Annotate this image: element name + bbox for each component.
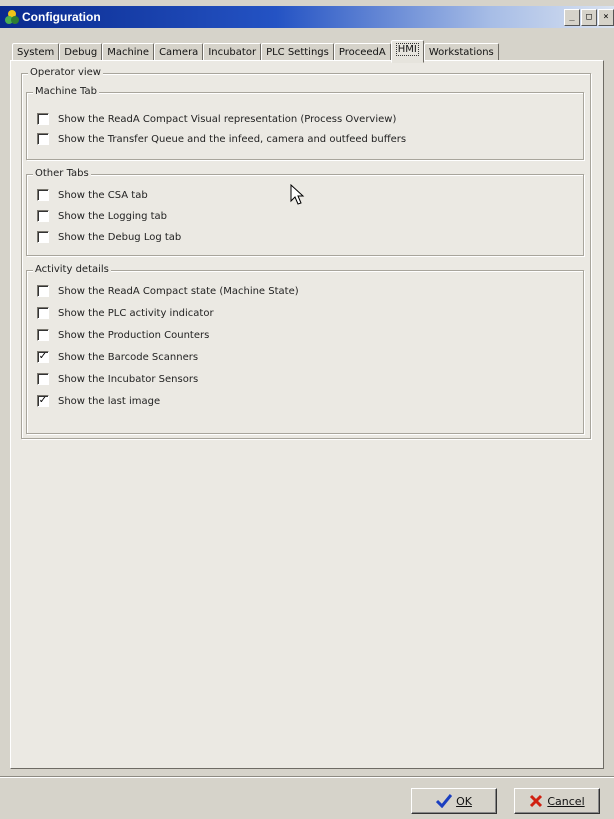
checkbox-box[interactable] (37, 307, 49, 319)
checkbox-last-image[interactable]: ✓ Show the last image (37, 395, 160, 407)
checkbox-box[interactable] (37, 329, 49, 341)
checkbox-label: Show the Barcode Scanners (58, 351, 199, 363)
ok-label: OK (456, 794, 472, 808)
red-x-icon (530, 794, 543, 808)
checkbox-label: Show the ReadA Compact state (Machine St… (58, 285, 299, 297)
cancel-label: Cancel (547, 794, 585, 808)
window-controls: _ □ × (564, 9, 614, 26)
checkbox-box[interactable] (37, 210, 49, 222)
configuration-window: Configuration _ □ × System Debug Machine… (0, 0, 614, 819)
operator-view-title: Operator view (28, 67, 103, 78)
title-bar[interactable]: Configuration _ □ × (0, 6, 614, 28)
cancel-button[interactable]: Cancel (514, 788, 600, 814)
checkbox-box[interactable] (37, 285, 49, 297)
other-tabs-title: Other Tabs (33, 168, 91, 179)
checkbox-csa-tab[interactable]: Show the CSA tab (37, 189, 148, 201)
activity-details-group: Activity details Show the ReadA Compact … (26, 264, 584, 434)
hmi-tab-page: Operator view Machine Tab Show the ReadA… (10, 60, 604, 769)
checkbox-plc-activity[interactable]: Show the PLC activity indicator (37, 307, 214, 319)
checkbox-process-overview[interactable]: Show the ReadA Compact Visual representa… (37, 113, 396, 125)
checkbox-transfer-queue[interactable]: Show the Transfer Queue and the infeed, … (37, 133, 406, 145)
checkbox-barcode-scanners[interactable]: ✓ Show the Barcode Scanners (37, 351, 198, 363)
machine-tab-title: Machine Tab (33, 86, 99, 97)
checkmark-icon (436, 794, 453, 808)
machine-tab-group: Machine Tab Show the ReadA Compact Visua… (26, 86, 584, 160)
checkbox-box[interactable] (37, 231, 49, 243)
footer-divider (0, 776, 614, 778)
checkbox-machine-state[interactable]: Show the ReadA Compact state (Machine St… (37, 285, 299, 297)
checkbox-label: Show the Debug Log tab (58, 231, 182, 243)
mouse-cursor-icon (290, 184, 305, 205)
ok-button[interactable]: OK (411, 788, 497, 814)
close-button[interactable]: × (598, 9, 614, 26)
checkbox-box[interactable]: ✓ (37, 395, 49, 407)
checkbox-incubator-sensors[interactable]: Show the Incubator Sensors (37, 373, 198, 385)
tab-hmi[interactable]: HMI (390, 40, 424, 63)
window-title: Configuration (22, 10, 101, 24)
minimize-button[interactable]: _ (564, 9, 580, 26)
checkbox-label: Show the PLC activity indicator (58, 307, 214, 319)
checkbox-label: Show the last image (58, 395, 161, 407)
checkmark-icon: ✓ (38, 351, 48, 362)
maximize-button[interactable]: □ (581, 9, 597, 26)
checkbox-logging-tab[interactable]: Show the Logging tab (37, 210, 167, 222)
activity-details-title: Activity details (33, 264, 111, 275)
tab-strip: System Debug Machine Camera Incubator PL… (12, 40, 499, 63)
checkbox-label: Show the Logging tab (58, 210, 167, 222)
checkbox-label: Show the Transfer Queue and the infeed, … (58, 133, 407, 145)
checkbox-box[interactable]: ✓ (37, 351, 49, 363)
checkbox-label: Show the ReadA Compact Visual representa… (58, 113, 397, 125)
app-icon (5, 10, 19, 24)
checkbox-debug-log-tab[interactable]: Show the Debug Log tab (37, 231, 181, 243)
checkbox-box[interactable] (37, 189, 49, 201)
checkbox-box[interactable] (37, 373, 49, 385)
tab-hmi-label: HMI (395, 43, 419, 56)
checkbox-label: Show the Incubator Sensors (58, 373, 199, 385)
checkbox-label: Show the Production Counters (58, 329, 210, 341)
checkmark-icon: ✓ (38, 395, 48, 406)
operator-view-group: Operator view Machine Tab Show the ReadA… (21, 67, 591, 439)
checkbox-box[interactable] (37, 113, 49, 125)
checkbox-box[interactable] (37, 133, 49, 145)
checkbox-production-counters[interactable]: Show the Production Counters (37, 329, 209, 341)
checkbox-label: Show the CSA tab (58, 189, 148, 201)
